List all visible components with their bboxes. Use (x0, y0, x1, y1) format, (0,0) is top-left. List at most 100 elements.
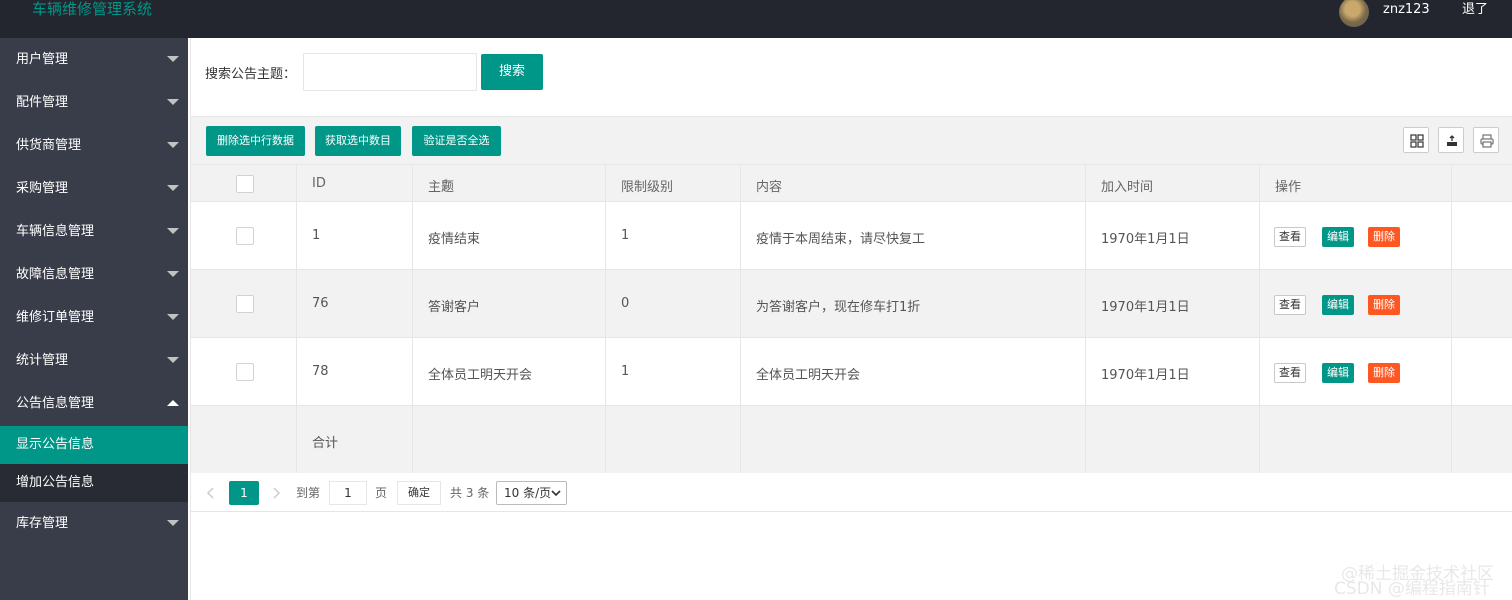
content-value: 全体员工明天开会 (756, 368, 861, 383)
sidebar-item-announcement-management[interactable]: 公告信息管理 (0, 382, 188, 425)
sidebar-item-label: 采购管理 (16, 181, 69, 196)
column-header: ID (312, 176, 326, 191)
table-row[interactable]: 1 疫情结束 1 疫情于本周结束，请尽快复工 1970年1月1日 查看 编辑 删… (191, 202, 1512, 270)
total-count: 共 3 条 (450, 486, 490, 500)
delete-button[interactable]: 删除 (1368, 363, 1400, 383)
total-empty-cell (413, 406, 606, 473)
time-cell: 1970年1月1日 (1086, 202, 1260, 269)
sidebar-item-supplier-management[interactable]: 供货商管理 (0, 124, 188, 167)
watermark-text: CSDN @编程指南针 (1334, 579, 1490, 599)
sidebar-item-label: 配件管理 (16, 95, 69, 110)
sidebar-subitem-add-announcement[interactable]: 增加公告信息 (0, 464, 188, 502)
view-button[interactable]: 查看 (1274, 363, 1306, 383)
avatar[interactable] (1339, 0, 1369, 27)
page-unit: 页 (375, 486, 388, 500)
sidebar-item-inventory[interactable]: 库存管理 (0, 502, 188, 545)
time-value: 1970年1月1日 (1101, 300, 1190, 315)
caret-up-icon (167, 400, 179, 406)
sidebar-item-parts-management[interactable]: 配件管理 (0, 81, 188, 124)
sidebar-item-label: 公告信息管理 (16, 396, 95, 411)
sidebar-item-repair-orders[interactable]: 维修订单管理 (0, 296, 188, 339)
username[interactable]: znz123 (1383, 0, 1430, 20)
row-checkbox[interactable] (236, 295, 254, 313)
sidebar-item-user-management[interactable]: 用户管理 (0, 38, 188, 81)
header-time: 加入时间 (1086, 165, 1260, 201)
edit-button[interactable]: 编辑 (1322, 227, 1354, 247)
goto-label: 到第 (296, 486, 321, 500)
top-header: 车辆维修管理系统 znz123 退了 (0, 0, 1512, 38)
header-checkbox-cell (191, 165, 297, 201)
print-icon[interactable] (1473, 127, 1499, 153)
caret-down-icon (167, 56, 179, 62)
content-value: 疫情于本周结束，请尽快复工 (756, 232, 926, 247)
delete-selected-button[interactable]: 删除选中行数据 (206, 126, 305, 156)
edit-button[interactable]: 编辑 (1322, 363, 1354, 383)
confirm-button[interactable]: 确定 (397, 481, 441, 505)
id-cell: 76 (297, 270, 413, 337)
sidebar-item-purchase-management[interactable]: 采购管理 (0, 167, 188, 210)
sidebar-item-statistics[interactable]: 统计管理 (0, 339, 188, 382)
title-cell: 答谢客户 (413, 270, 606, 337)
caret-down-icon (167, 99, 179, 105)
edit-button[interactable]: 编辑 (1322, 295, 1354, 315)
page-size-select[interactable]: 10 条/页 (496, 481, 567, 505)
caret-down-icon (167, 271, 179, 277)
sidebar-item-fault-info[interactable]: 故障信息管理 (0, 253, 188, 296)
level-cell: 0 (606, 270, 741, 337)
level-value: 0 (621, 296, 630, 311)
current-page[interactable]: 1 (229, 481, 259, 505)
view-button[interactable]: 查看 (1274, 227, 1306, 247)
header-actions: 操作 (1260, 165, 1452, 201)
search-button[interactable]: 搜索 (481, 54, 543, 90)
row-checkbox[interactable] (236, 363, 254, 381)
delete-button[interactable]: 删除 (1368, 295, 1400, 315)
sidebar-item-label: 库存管理 (16, 516, 69, 531)
total-label: 合计 (312, 436, 339, 451)
actions-cell: 查看 编辑 删除 (1260, 338, 1452, 405)
delete-button[interactable]: 删除 (1368, 227, 1400, 247)
logout-link[interactable]: 退了 (1462, 0, 1488, 20)
level-value: 1 (621, 364, 630, 379)
sidebar-item-label: 用户管理 (16, 52, 69, 67)
id-value: 1 (312, 228, 321, 243)
time-cell: 1970年1月1日 (1086, 270, 1260, 337)
search-label: 搜索公告主题： (205, 67, 297, 82)
total-empty-cell (606, 406, 741, 473)
actions-cell: 查看 编辑 删除 (1260, 202, 1452, 269)
select-all-checkbox[interactable] (236, 175, 254, 193)
total-empty-cell (741, 406, 1086, 473)
check-all-selected-button[interactable]: 验证是否全选 (412, 126, 501, 156)
main-content: 搜索公告主题： 搜索 删除选中行数据 获取选中数目 验证是否全选 ID 主题 限… (190, 38, 1512, 600)
get-selected-count-button[interactable]: 获取选中数目 (315, 126, 401, 156)
row-checkbox[interactable] (236, 227, 254, 245)
caret-down-icon (167, 357, 179, 363)
sidebar-item-label: 供货商管理 (16, 138, 82, 153)
total-empty-cell (1260, 406, 1452, 473)
chevron-right-icon[interactable] (273, 487, 281, 499)
table-row[interactable]: 78 全体员工明天开会 1 全体员工明天开会 1970年1月1日 查看 编辑 删… (191, 338, 1512, 406)
table-row[interactable]: 76 答谢客户 0 为答谢客户，现在修车打1折 1970年1月1日 查看 编辑 … (191, 270, 1512, 338)
search-input[interactable] (303, 53, 477, 91)
total-row: 合计 (191, 406, 1512, 474)
caret-down-icon (167, 314, 179, 320)
chevron-left-icon[interactable] (206, 487, 214, 499)
page-input[interactable]: 1 (329, 481, 367, 505)
sidebar-subitem-show-announcements[interactable]: 显示公告信息 (0, 426, 188, 464)
sidebar-item-label: 车辆信息管理 (16, 224, 95, 239)
column-header: 加入时间 (1101, 180, 1154, 195)
header-id[interactable]: ID (297, 165, 450, 201)
column-header: 内容 (756, 180, 783, 195)
sidebar-item-vehicle-info[interactable]: 车辆信息管理 (0, 210, 188, 253)
level-value: 1 (621, 228, 630, 243)
title-value: 全体员工明天开会 (428, 368, 533, 383)
grid-columns-icon[interactable] (1403, 127, 1429, 153)
chevron-down-icon (551, 490, 561, 497)
header-level: 限制级别 (606, 165, 741, 201)
sidebar-subitem-label: 显示公告信息 (16, 437, 95, 452)
column-header: 限制级别 (621, 180, 674, 195)
pagination: 1 到第 1 页 确定 共 3 条 10 条/页 (191, 473, 1512, 512)
caret-down-icon (167, 142, 179, 148)
title-value: 疫情结束 (428, 232, 481, 247)
view-button[interactable]: 查看 (1274, 295, 1306, 315)
export-icon[interactable] (1438, 127, 1464, 153)
